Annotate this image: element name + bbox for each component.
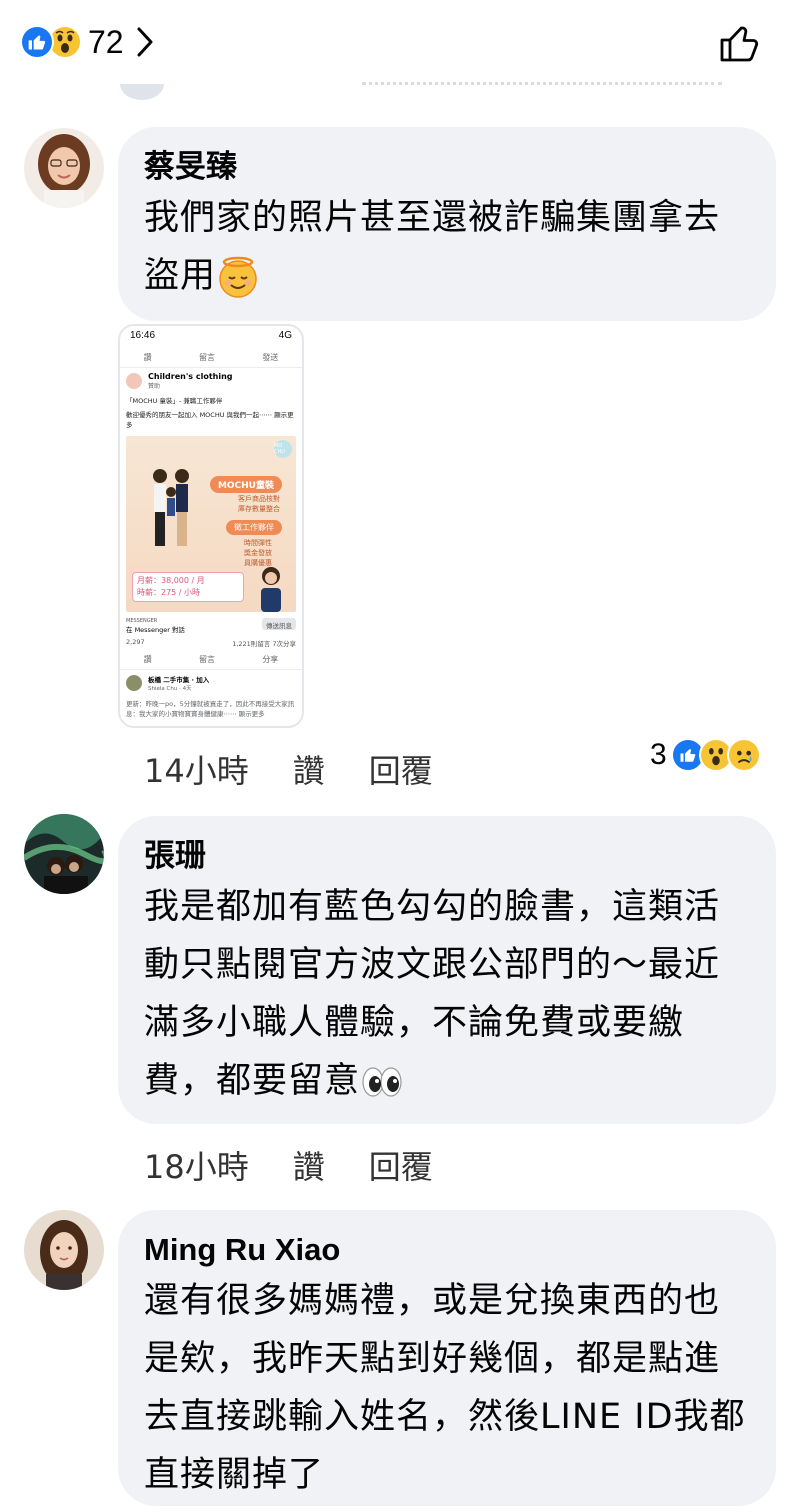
phone-status-bar: 16:46 4G — [120, 326, 302, 348]
action-share: 分享 — [262, 655, 279, 664]
ad-benefit: 獎金發放 — [244, 549, 272, 557]
comment-bubble[interactable]: 蔡旻臻 我們家的照片甚至還被詐騙集團拿去 盜用 — [118, 127, 776, 321]
ad-image: MOCHU童裝 客戶商品核對 庫存數量整合 徵工作夥伴 時間彈性 獎金發放 員購… — [126, 436, 296, 612]
reply-button[interactable]: 回覆 — [369, 1142, 433, 1188]
next-page-sub: Shiela Chu · 4天 — [148, 686, 192, 692]
messenger-text: 在 Messenger 對話 — [126, 626, 185, 634]
comment-time: 18小時 — [144, 1148, 249, 1186]
post-comments-shares: 1,221則留言 7次分享 — [232, 640, 296, 648]
send-message-button: 傳送訊息 — [262, 618, 296, 630]
ad-duty: 庫存數量整合 — [238, 505, 280, 513]
comment-text: 我是都加有藍色勾勾的臉書，這類活 動只點閱官方波文跟公部門的～最近 滿多小職人體… — [144, 878, 746, 1110]
comment-meta: 14小時 讚 回覆 — [144, 746, 477, 792]
ad-duty: 客戶商品核對 — [238, 495, 280, 503]
status-signal: 4G — [278, 330, 292, 341]
like-button-icon[interactable] — [716, 20, 762, 66]
action-comment: 留言 — [198, 655, 215, 664]
reply-button[interactable]: 回覆 — [369, 746, 433, 792]
comment-line: 我是都加有藍色勾勾的臉書，這類活 — [144, 887, 721, 927]
ad-benefit: 時間彈性 — [244, 539, 272, 547]
eyes-icon — [362, 1067, 402, 1097]
comment-reaction-count: 3 — [650, 738, 667, 771]
next-page-avatar — [126, 675, 142, 691]
ad-salary-hourly: 時薪：275 / 小時 — [137, 588, 201, 597]
chevron-right-icon — [137, 27, 153, 57]
ad-tag: 徵工作夥伴 — [226, 520, 282, 535]
comment-line: 我們家的照片甚至還被詐騙集團拿去 — [144, 198, 721, 238]
comment-time: 14小時 — [144, 752, 249, 790]
child-photo — [261, 567, 281, 612]
comment-text: 還有很多媽媽禮，或是兌換東西的也 是欸，我昨天點到好幾個，都是點進 去直接跳輸入… — [144, 1272, 746, 1504]
comment-meta: 18小時 讚 回覆 — [144, 1142, 477, 1188]
previous-comment-stub — [362, 82, 722, 98]
like-reaction-icon — [20, 25, 54, 59]
next-page-name: 板橋 二手市集 · 加入 — [148, 676, 210, 684]
avatar[interactable] — [24, 1210, 104, 1290]
comment-bubble[interactable]: Ming Ru Xiao 還有很多媽媽禮，或是兌換東西的也 是欸，我昨天點到好幾… — [118, 1210, 776, 1506]
comment-text: 我們家的照片甚至還被詐騙集團拿去 盜用 — [144, 189, 746, 305]
like-comment-button[interactable]: 讚 — [293, 746, 325, 792]
page-name: Children's clothing — [148, 372, 233, 381]
comment-author[interactable]: 張珊 — [144, 834, 746, 878]
sad-reaction-icon — [726, 738, 761, 772]
comment-image-attachment[interactable]: 16:46 4G 讚 留言 發送 Children's clothing 贊助 … — [118, 324, 304, 728]
comment-line: 動只點閱官方波文跟公部門的～最近 — [144, 945, 721, 985]
comment-line: 還有很多媽媽禮，或是兌換東西的也 — [144, 1281, 721, 1321]
smiling-face-with-halo-icon — [219, 256, 257, 298]
ad-logo: MO CHU — [274, 440, 292, 458]
previous-avatar-stub — [120, 84, 164, 100]
comment-reactions[interactable]: 3 — [650, 738, 761, 772]
post-body: 歡迎優秀的朋友一起加入 MOCHU 與我們一起⋯⋯ 顯示更多 — [126, 411, 294, 429]
post-nav-row: 讚 留言 發送 — [120, 348, 302, 368]
comment-line: 直接關掉了 — [144, 1455, 325, 1495]
next-post-body: 更新：昨晚一po，5分鐘就被買走了，因此不再接受大家訊息：我大家的小寶物寶寶身體… — [126, 700, 295, 718]
avatar[interactable] — [24, 128, 104, 208]
ad-salary: 月薪：38,000 / 月 時薪：275 / 小時 — [132, 572, 244, 602]
messenger-cta: MESSENGER 在 Messenger 對話 傳送訊息 — [120, 616, 302, 636]
like-comment-button[interactable]: 讚 — [293, 1142, 325, 1188]
action-like: 讚 — [143, 655, 152, 664]
nav-like: 讚 — [143, 353, 152, 362]
comment-author[interactable]: 蔡旻臻 — [144, 145, 746, 189]
post-action-row: 讚 留言 分享 — [120, 650, 302, 670]
family-photo — [153, 469, 189, 546]
ad-salary-monthly: 月薪：38,000 / 月 — [137, 576, 205, 585]
reaction-summary[interactable]: 72 — [20, 22, 154, 62]
comment-line: 盜用 — [144, 256, 217, 296]
comment-author[interactable]: Ming Ru Xiao — [144, 1228, 746, 1272]
post-stats: 2,297 1,221則留言 7次分享 — [120, 636, 302, 650]
comment-line: 是欸，我昨天點到好幾個，都是點進 — [144, 1339, 721, 1379]
page-avatar — [126, 373, 142, 389]
comment-line: 費，都要留意 — [144, 1061, 361, 1101]
comment-bubble[interactable]: 張珊 我是都加有藍色勾勾的臉書，這類活 動只點閱官方波文跟公部門的～最近 滿多小… — [118, 816, 776, 1124]
ad-brand: MOCHU童裝 — [209, 476, 282, 493]
ad-page-header: Children's clothing 贊助 — [120, 368, 302, 394]
reaction-total: 72 — [88, 23, 124, 60]
comment-line: 滿多小職人體驗，不論免費或要繳 — [144, 1003, 685, 1043]
nav-send: 發送 — [262, 353, 279, 362]
page-sponsored: 贊助 — [148, 383, 161, 390]
status-time: 16:46 — [130, 330, 156, 341]
avatar[interactable] — [24, 814, 104, 894]
reactions-header: 72 — [0, 0, 800, 100]
post-title: 「MOCHU 童裝」- 兼職工作夥伴 — [126, 397, 223, 405]
post-likes-count: 2,297 — [126, 638, 145, 646]
nav-comment: 留言 — [198, 353, 215, 362]
next-post-header: 板橋 二手市集 · 加入 Shiela Chu · 4天 — [120, 670, 302, 696]
ad-duties: 客戶商品核對 庫存數量整合 — [238, 494, 280, 514]
comment-line: 去直接跳輸入姓名，然後LINE ID我都 — [144, 1397, 746, 1437]
